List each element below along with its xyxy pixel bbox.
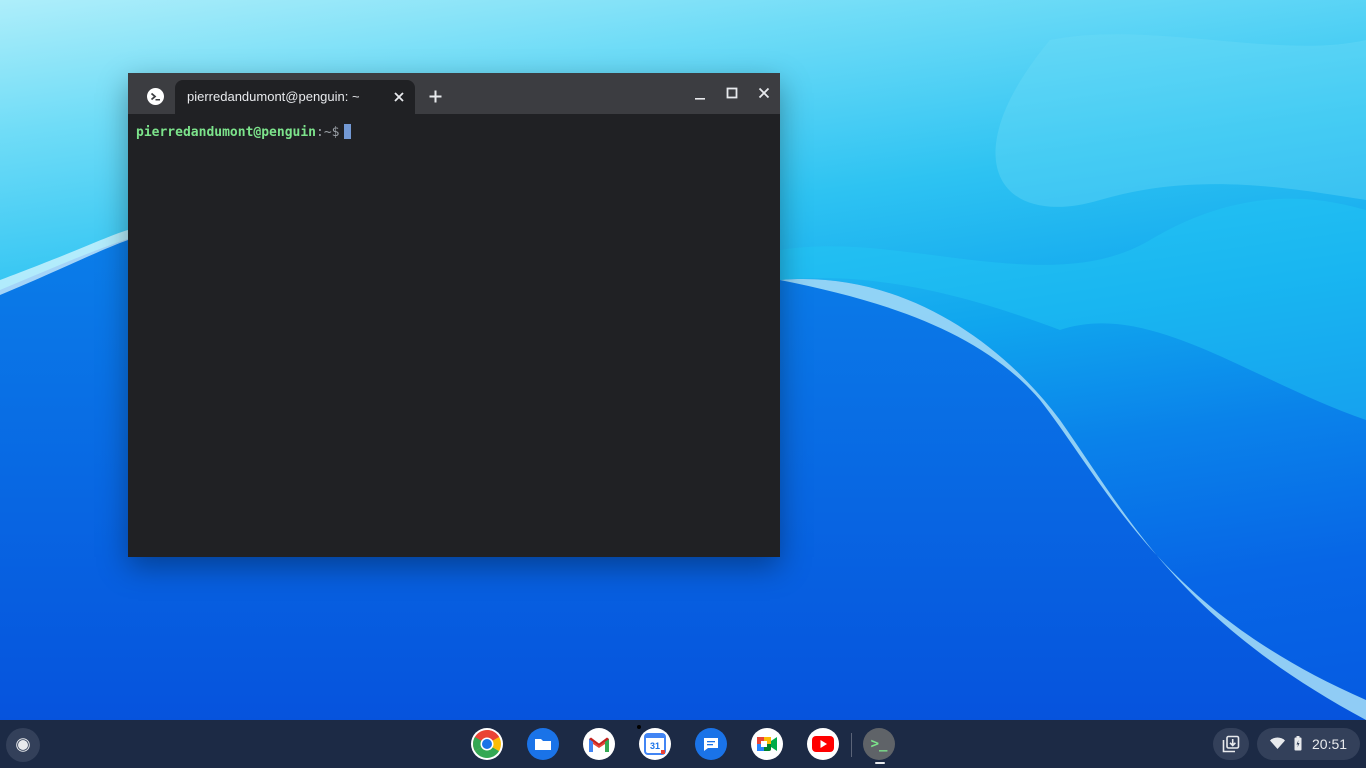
files-icon[interactable]	[527, 728, 559, 760]
shelf: 31 >_ 20:51	[0, 720, 1366, 768]
close-window-button[interactable]	[755, 84, 773, 102]
active-app-indicator	[875, 762, 885, 764]
youtube-icon[interactable]	[807, 728, 839, 760]
title-bar[interactable]: pierredandumont@penguin: ~	[128, 73, 780, 114]
terminal-window[interactable]: pierredandumont@penguin: ~ pierredandumo…	[128, 73, 780, 557]
maximize-icon	[726, 87, 738, 99]
maximize-button[interactable]	[723, 84, 741, 102]
tab-terminal[interactable]: pierredandumont@penguin: ~	[175, 80, 415, 114]
terminal-icon	[147, 88, 164, 105]
terminal-glyph: >_	[870, 736, 888, 752]
prompt-path: :~$	[316, 125, 340, 140]
meet-icon[interactable]	[751, 728, 783, 760]
launcher-button[interactable]	[6, 728, 40, 762]
close-icon[interactable]	[391, 89, 407, 105]
terminal-app-icon[interactable]: >_	[863, 728, 895, 760]
launcher-icon	[16, 738, 30, 752]
new-tab-button[interactable]	[427, 88, 443, 104]
minimize-icon	[695, 98, 705, 100]
command-prompt: pierredandumont@penguin:~$	[136, 124, 351, 140]
clock: 20:51	[1312, 736, 1348, 752]
calendar-day: 31	[650, 741, 660, 751]
holding-space-icon	[1222, 735, 1240, 753]
text-cursor	[343, 124, 351, 139]
holding-space-button[interactable]	[1213, 728, 1249, 760]
notification-dot	[637, 725, 641, 729]
plus-icon	[429, 90, 441, 102]
battery-icon	[1294, 736, 1302, 751]
gmail-icon[interactable]	[583, 728, 615, 760]
close-icon	[758, 87, 770, 99]
shelf-divider	[851, 733, 852, 757]
prompt-user: pierredandumont@penguin	[136, 125, 317, 140]
calendar-icon[interactable]: 31	[639, 728, 671, 760]
minimize-button[interactable]	[691, 85, 709, 103]
messages-icon[interactable]	[695, 728, 727, 760]
terminal-body[interactable]: pierredandumont@penguin:~$	[128, 114, 780, 557]
status-area[interactable]: 20:51	[1257, 728, 1360, 760]
chrome-icon[interactable]	[471, 728, 503, 760]
tab-title: pierredandumont@penguin: ~	[187, 89, 360, 104]
wifi-icon	[1270, 737, 1285, 749]
